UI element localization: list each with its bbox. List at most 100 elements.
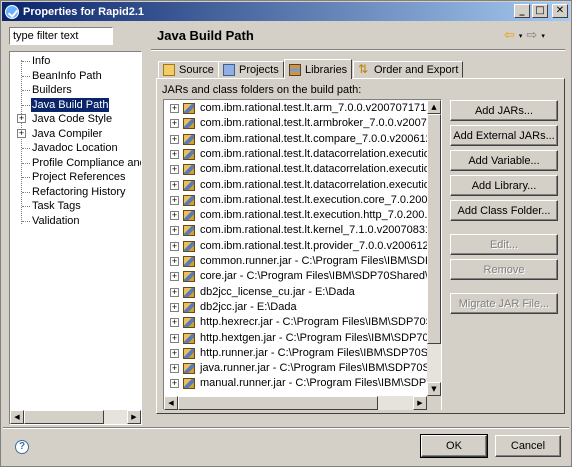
tree-item-label: Refactoring History [32, 185, 126, 198]
list-item[interactable]: + com.ibm.rational.test.lt.datacorrelatio… [164, 178, 441, 193]
expand-icon[interactable]: + [170, 211, 179, 221]
expand-icon[interactable]: + [17, 128, 26, 138]
list-item[interactable]: + db2jcc_license_cu.jar - E:\Dada [164, 285, 429, 300]
tree-connector [22, 104, 30, 106]
list-item[interactable]: + com.ibm.rational.test.lt.compare_7.0.0.… [164, 132, 441, 147]
minimize-icon[interactable]: _ [514, 4, 530, 18]
library-entry-label: com.ibm.rational.test.lt.execution.core_… [200, 193, 442, 206]
list-item[interactable]: + java.runner.jar - C:\Program Files\IBM\… [164, 361, 441, 376]
scrollbar-thumb[interactable] [24, 410, 104, 424]
scrollbar-thumb[interactable] [178, 396, 378, 410]
ok-button[interactable]: OK [420, 434, 488, 458]
expand-icon[interactable]: + [170, 165, 179, 175]
scroll-left-icon[interactable]: ◀ [10, 410, 24, 424]
expand-icon[interactable]: + [170, 364, 179, 374]
libraries-icon [289, 63, 301, 76]
add-class-folder-button[interactable]: Add Class Folder... [450, 200, 558, 221]
expand-icon[interactable]: + [170, 226, 179, 236]
library-entry-label: com.ibm.rational.test.lt.datacorrelation… [200, 147, 442, 160]
scroll-left-icon[interactable]: ◀ [164, 396, 178, 410]
maximize-icon[interactable]: □ [532, 4, 548, 18]
expand-icon[interactable]: + [170, 348, 179, 358]
jar-icon [183, 103, 195, 114]
forward-dropdown-icon[interactable]: ▾ [541, 32, 545, 40]
list-item[interactable]: + com.ibm.rational.test.lt.execution.http… [164, 208, 441, 223]
expand-icon[interactable]: + [170, 241, 179, 251]
list-item[interactable]: + http.hextgen.jar - C:\Program Files\IBM… [164, 331, 441, 346]
scrollbar-corner [427, 396, 441, 410]
list-item[interactable]: + http.hexrecr.jar - C:\Program Files\IBM… [164, 315, 441, 330]
add-variable-button[interactable]: Add Variable... [450, 150, 558, 171]
expand-icon[interactable]: + [17, 114, 26, 123]
scrollbar-thumb[interactable] [427, 114, 441, 344]
jar-icon [183, 347, 195, 359]
back-arrow-icon[interactable]: ⇦ [504, 28, 515, 43]
close-icon[interactable]: ✕ [552, 4, 568, 18]
expand-icon[interactable]: + [170, 257, 179, 266]
tree-horizontal-scrollbar[interactable]: ◀ ▶ [10, 410, 141, 424]
property-page-tree[interactable]: Info BeanInfo Path Builders Java Build Path… [9, 51, 142, 425]
expand-icon[interactable]: + [170, 272, 179, 282]
filter-input[interactable] [9, 27, 113, 45]
list-item[interactable]: + db2jcc.jar - E:\Dada [164, 300, 429, 315]
add-jars-button[interactable]: Add JARs... [450, 100, 558, 121]
expand-icon[interactable]: + [170, 119, 179, 129]
library-entry-label: manual.runner.jar - C:\Program Files\IBM… [200, 377, 442, 390]
scroll-down-icon[interactable]: ▼ [427, 382, 441, 396]
list-item[interactable]: + common.runner.jar - C:\Program Files\IB… [164, 254, 441, 269]
list-item[interactable]: + com.ibm.rational.test.lt.datacorrelatio… [164, 147, 441, 162]
list-item[interactable]: + com.ibm.rational.test.lt.provider_7.0.0… [164, 239, 441, 254]
scroll-right-icon[interactable]: ▶ [127, 410, 141, 424]
expand-icon[interactable]: + [170, 104, 179, 113]
help-icon[interactable]: ? [15, 440, 29, 454]
expand-icon[interactable]: + [170, 379, 179, 389]
jar-icon [183, 332, 195, 344]
tab-libraries[interactable]: Libraries [284, 59, 353, 79]
tree-item-label: Project References [32, 171, 126, 183]
scroll-up-icon[interactable]: ▲ [427, 100, 441, 114]
list-item[interactable]: + http.runner.jar - C:\Program Files\IBM\… [164, 346, 441, 361]
tab-source[interactable]: Source [158, 61, 219, 78]
remove-button[interactable]: Remove [450, 259, 558, 280]
library-entry-label: com.ibm.rational.test.lt.compare_7.0.0.v… [200, 132, 442, 145]
tab-projects[interactable]: Projects [218, 61, 284, 78]
add-external-jars-button[interactable]: Add External JARs... [450, 125, 558, 146]
expand-icon[interactable]: + [170, 318, 179, 328]
list-item[interactable]: + com.ibm.rational.test.lt.execution.core… [164, 193, 441, 208]
expand-icon[interactable]: + [170, 134, 179, 144]
list-item[interactable]: + com.ibm.rational.test.lt.datacorrelatio… [164, 162, 441, 177]
title-bar[interactable]: Properties for Rapid2.1 _ □ ✕ [2, 2, 570, 21]
add-library-button[interactable]: Add Library... [450, 175, 558, 196]
expand-icon[interactable]: + [170, 333, 179, 343]
edit-button[interactable]: Edit... [450, 234, 558, 255]
list-item[interactable]: + core.jar - C:\Program Files\IBM\SDP70Sh… [164, 269, 441, 284]
expand-icon[interactable]: + [170, 180, 179, 190]
build-path-list[interactable]: + com.ibm.rational.test.lt.arm_7.0.0.v200… [163, 99, 442, 410]
library-entry-label: com.ibm.rational.test.lt.armbroker_7.0.0… [200, 117, 442, 130]
list-horizontal-scrollbar[interactable]: ◀ ▶ [164, 396, 427, 410]
properties-dialog: Properties for Rapid2.1 _ □ ✕ Info BeanIn… [0, 0, 572, 467]
expand-icon[interactable]: + [170, 195, 179, 205]
list-item[interactable]: + com.ibm.rational.test.lt.armbroker_7.0.… [164, 116, 441, 131]
list-vertical-scrollbar[interactable]: ▲ ▼ [427, 100, 441, 396]
cancel-button[interactable]: Cancel [495, 435, 561, 457]
forward-arrow-icon[interactable]: ⇨ [526, 28, 537, 43]
jar-icon [183, 378, 195, 390]
list-item[interactable]: + manual.runner.jar - C:\Program Files\IB… [164, 376, 441, 391]
list-item[interactable]: + com.ibm.rational.test.lt.arm_7.0.0.v200… [164, 101, 441, 116]
library-entry-label: com.ibm.rational.test.lt.arm_7.0.0.v2007… [200, 102, 442, 114]
tree-item-label: Java Build Path [31, 97, 110, 112]
projects-icon [223, 63, 235, 76]
expand-icon[interactable]: + [170, 302, 179, 312]
migrate-jar-button[interactable]: Migrate JAR File... [450, 293, 558, 314]
tab-order-and-export[interactable]: Order and Export [353, 61, 464, 78]
library-entry-label: common.runner.jar - C:\Program Files\IBM… [200, 255, 442, 267]
expand-icon[interactable]: + [170, 287, 179, 297]
list-item[interactable]: + com.ibm.rational.test.lt.kernel_7.1.0.v… [164, 223, 441, 238]
scroll-right-icon[interactable]: ▶ [413, 396, 427, 410]
tree-item-label: Javadoc Location [32, 142, 118, 154]
library-entry-label: core.jar - C:\Program Files\IBM\SDP70Sha… [200, 270, 442, 283]
tree-connector [22, 177, 30, 178]
back-dropdown-icon[interactable]: ▾ [519, 32, 523, 40]
expand-icon[interactable]: + [170, 149, 179, 159]
